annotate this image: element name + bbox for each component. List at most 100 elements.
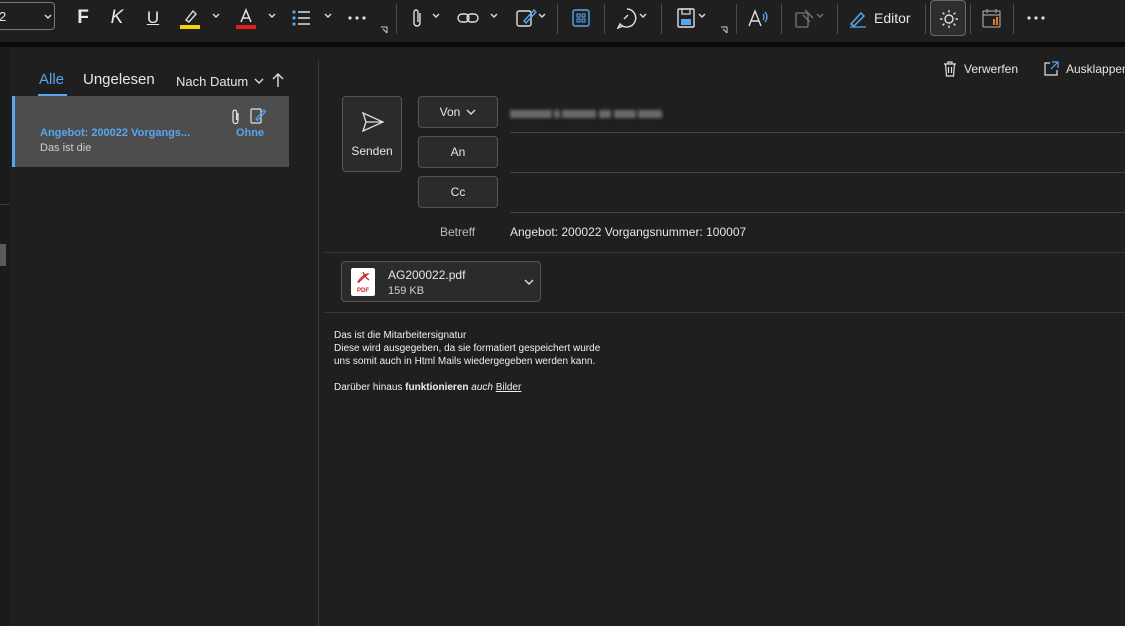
ellipsis-icon — [348, 16, 366, 20]
send-label: Senden — [351, 144, 393, 158]
calendar-icon — [982, 9, 1001, 28]
signature-button[interactable] — [513, 4, 539, 32]
font-size-select[interactable]: 2 — [0, 2, 55, 30]
body-bold-text: funktionieren — [405, 382, 469, 393]
sort-dropdown[interactable]: Nach Datum — [176, 74, 264, 89]
chevron-down-icon[interactable] — [432, 12, 440, 20]
divider — [325, 312, 1125, 313]
draft-edit-icon — [250, 108, 266, 124]
editor-pen-icon — [849, 11, 866, 28]
subject-label: Betreff — [440, 225, 476, 239]
cc-button[interactable]: Cc — [418, 176, 498, 208]
underline-button[interactable]: U — [142, 4, 164, 32]
folder-pane-edge — [0, 47, 10, 626]
subject-field[interactable]: Angebot: 200022 Vorgangsnummer: 100007 — [510, 225, 746, 239]
chevron-down-icon[interactable] — [639, 12, 647, 20]
toolbar-separator — [661, 4, 662, 34]
font-size-value: 2 — [0, 9, 7, 24]
attachment-size: 159 KB — [388, 285, 425, 297]
chevron-down-icon[interactable] — [538, 12, 546, 20]
to-button[interactable]: An — [418, 136, 498, 168]
font-color-icon — [236, 8, 256, 29]
divider — [510, 172, 1125, 173]
body-italic-text: auch — [471, 382, 493, 393]
apps-grid-icon — [572, 9, 590, 27]
font-color-button[interactable] — [233, 4, 259, 32]
from-address-redacted — [510, 105, 670, 119]
toolbar-separator — [837, 4, 838, 34]
body-text: Darüber hinaus — [334, 382, 406, 393]
save-icon — [677, 8, 695, 28]
trash-icon — [944, 61, 956, 77]
chevron-down-icon[interactable] — [698, 12, 706, 20]
bold-button[interactable]: F — [72, 4, 94, 32]
pdf-file-icon: PDF — [351, 268, 375, 296]
highlight-button[interactable] — [177, 4, 203, 32]
divider — [510, 212, 1125, 213]
attachment-card[interactable]: PDF AG200022.pdf 159 KB — [341, 261, 541, 302]
send-button[interactable]: Senden — [342, 96, 402, 172]
body-underlined-text: Bilder — [495, 382, 522, 393]
folder-pane-handle[interactable] — [0, 244, 6, 266]
dialog-launcher-icon[interactable] — [380, 26, 388, 34]
body-line: Diese wird ausgegeben, da sie formatiert… — [334, 343, 601, 354]
chevron-down-icon — [466, 109, 476, 115]
from-button[interactable]: Von — [418, 96, 498, 128]
tab-all[interactable]: Alle — [39, 71, 64, 88]
editor-button[interactable]: Editor — [848, 4, 918, 32]
more-options-button[interactable] — [1022, 4, 1050, 32]
body-line: Das ist die Mitarbeitersignatur — [334, 330, 467, 341]
sensitivity-icon — [795, 9, 814, 28]
dialog-launcher-icon[interactable] — [720, 26, 728, 34]
divider — [0, 204, 10, 205]
toolbar-separator — [604, 4, 605, 34]
apps-button[interactable] — [568, 4, 594, 32]
attach-file-button[interactable] — [406, 4, 428, 32]
save-options-button[interactable] — [673, 4, 699, 32]
message-body[interactable]: Das ist die Mitarbeitersignatur Diese wi… — [334, 329, 600, 394]
chevron-down-icon[interactable] — [324, 12, 332, 20]
chevron-down-icon[interactable] — [524, 279, 534, 286]
mail-subject: Angebot: 200022 Vorgangs... — [40, 127, 191, 139]
link-icon — [457, 13, 479, 23]
popout-button[interactable]: Ausklappen — [1043, 61, 1125, 77]
chevron-down-icon[interactable] — [816, 12, 824, 20]
scheduling-button[interactable] — [980, 4, 1004, 32]
popout-icon — [1044, 61, 1059, 76]
divider — [510, 132, 1125, 133]
bullet-list-button[interactable] — [288, 4, 314, 32]
insert-link-button[interactable] — [455, 4, 481, 32]
paperclip-icon — [232, 109, 239, 125]
list-item[interactable]: Angebot: 200022 Vorgangs... Ohne Das ist… — [12, 96, 289, 167]
loop-button[interactable] — [614, 4, 640, 32]
sort-direction-arrow-up-icon[interactable] — [272, 72, 284, 88]
message-list: Alle Ungelesen Nach Datum Angebot: 20002… — [10, 47, 318, 626]
attachment-name: AG200022.pdf — [388, 268, 466, 282]
chevron-down-icon[interactable] — [268, 12, 276, 20]
chevron-down-icon[interactable] — [212, 12, 220, 20]
underline-label: U — [146, 8, 160, 27]
read-aloud-button[interactable] — [745, 4, 771, 32]
discard-label: Verwerfen — [964, 62, 1019, 76]
to-label: An — [450, 145, 466, 159]
sensitivity-button[interactable] — [792, 4, 816, 32]
mail-preview: Das ist die — [40, 142, 92, 154]
discard-button[interactable]: Verwerfen — [943, 61, 1018, 77]
more-formatting-button[interactable] — [344, 4, 370, 32]
italic-button[interactable]: K — [106, 4, 128, 32]
chevron-down-icon[interactable] — [490, 12, 498, 20]
send-icon — [361, 111, 385, 133]
sort-label: Nach Datum — [176, 74, 249, 89]
from-label: Von — [439, 105, 461, 119]
ellipsis-icon — [1027, 16, 1045, 20]
popout-label: Ausklappen — [1066, 62, 1125, 76]
sun-icon — [940, 10, 958, 28]
pane-divider — [318, 60, 319, 626]
toolbar-separator — [1013, 4, 1014, 34]
toolbar-separator — [970, 4, 971, 34]
file-type-label: PDF — [357, 288, 369, 294]
tab-unread[interactable]: Ungelesen — [83, 71, 155, 88]
immersive-theme-button[interactable] — [930, 0, 966, 36]
highlighter-icon — [180, 9, 200, 29]
acrobat-icon — [356, 271, 370, 283]
